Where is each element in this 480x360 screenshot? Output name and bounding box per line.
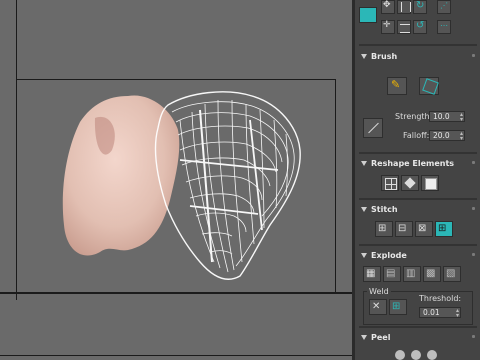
uv-editor-viewport[interactable] [0,0,352,360]
falloff-spinner[interactable]: 20.0 ▴ ▾ [429,130,465,142]
weld-all-button[interactable]: ⊞ [389,299,407,315]
stitch-target-icon: ⊞ [378,223,387,234]
strength-label: Strength: [395,112,433,121]
pin-icon [472,253,475,256]
flatten-by-smoothing-button[interactable]: ▩ [423,266,441,282]
section-separator [359,44,477,46]
weld-selected-icon: ✕ [372,301,381,312]
peel-section-header[interactable]: Peel [361,330,477,346]
brush-paint-icon: ✎ [391,78,401,91]
brush-section-header[interactable]: Brush [361,49,477,65]
space-icon: ⋯ [440,21,448,30]
collapse-arrow-icon [361,161,367,166]
threshold-spinner[interactable]: 0.01 ▴ ▾ [419,307,461,319]
uv-wireframe-mesh [154,91,301,280]
peel-tool-icon[interactable] [427,350,437,360]
rotate-ccw-button[interactable]: ↺ [413,20,427,34]
command-panel: ✥ ↻ ⋰ ✛ ↺ ⋯ Brush ✎ Strength: 10.0 ▴ ▾ Fal… [352,0,480,360]
collapse-arrow-icon [361,54,367,59]
align-h-icon [400,24,410,33]
line-tool-icon [368,122,379,134]
weld-all-icon: ⊞ [392,301,401,312]
rotate-ccw-icon: ↺ [416,20,425,31]
move-transform-button[interactable]: ✥ [381,0,395,14]
flatten-icon: ▥ [406,268,416,279]
break-button[interactable]: ▦ [363,266,381,282]
rotate-cw-button[interactable]: ↻ [413,0,427,14]
space-button[interactable]: ⋯ [437,20,451,34]
threshold-label: Threshold: [419,294,462,303]
spinner-arrows-icon[interactable]: ▴ ▾ [460,112,463,123]
section-separator [359,152,477,154]
uv-mesh-canvas[interactable] [0,0,352,360]
reshape-section-header[interactable]: Reshape Elements [361,156,477,172]
pin-icon [472,161,475,164]
strength-value: 10.0 [433,112,450,121]
explode-section-title: Explode [371,251,407,260]
rotate-cw-icon: ↻ [416,0,425,11]
pin-icon [472,54,475,57]
spinner-arrows-icon[interactable]: ▴ ▾ [460,131,463,142]
stitch-section-header[interactable]: Stitch [361,202,477,218]
straighten-button[interactable] [381,175,399,191]
stitch-to-average-button[interactable]: ⊠ [415,221,433,237]
align-horizontal-button[interactable] [397,20,411,34]
relax-button[interactable] [421,175,439,191]
smoothing-icon: ▩ [426,268,436,279]
falloff-label: Falloff: [403,131,430,140]
distribute-button[interactable]: ⋰ [437,0,451,14]
reshape-box-icon [404,177,416,189]
brush-cube-icon [422,78,439,95]
brush-section-title: Brush [371,52,398,61]
line-tool-button[interactable] [363,118,383,138]
collapse-arrow-icon [361,253,367,258]
reshape-section-title: Reshape Elements [371,159,455,168]
move-icon: ✥ [383,0,391,10]
explode-section-header[interactable]: Explode [361,248,477,264]
relax-until-flat-button[interactable] [401,175,419,191]
explode-icon: ▦ [366,268,376,279]
reshape-cube-icon [425,178,437,190]
stitch-to-target-button[interactable]: ⊞ [375,221,393,237]
align-icon [401,2,411,12]
peel-tools-row [395,350,449,360]
falloff-value: 20.0 [433,131,450,140]
stitch-average-icon: ⊠ [418,223,427,234]
detach-icon: ▤ [386,268,396,279]
collapse-arrow-icon [361,207,367,212]
weld-label: Weld [367,287,391,296]
pin-icon [472,335,475,338]
scale-icon: ✛ [383,20,391,30]
select-mode-button[interactable] [359,7,377,23]
threshold-value: 0.01 [423,308,440,317]
peel-tool-icon[interactable] [395,350,405,360]
detach-button[interactable]: ▤ [383,266,401,282]
section-separator [359,198,477,200]
peel-section-title: Peel [371,333,391,342]
stitch-section-title: Stitch [371,205,398,214]
flatten-by-material-button[interactable]: ▧ [443,266,461,282]
stitch-source-icon: ⊟ [398,223,407,234]
flatten-by-polygon-button[interactable]: ▥ [403,266,421,282]
relax-brush-button[interactable] [419,77,439,95]
stitch-to-source-button[interactable]: ⊟ [395,221,413,237]
section-separator [359,244,477,246]
material-icon: ▧ [446,268,456,279]
weld-selected-button[interactable]: ✕ [369,299,387,315]
pin-icon [472,207,475,210]
paint-brush-button[interactable]: ✎ [387,77,407,95]
texture-island-image [62,95,180,256]
peel-tool-icon[interactable] [411,350,421,360]
section-separator [359,326,477,328]
align-vertical-button[interactable] [397,0,411,14]
distribute-icon: ⋰ [440,1,448,10]
scale-button[interactable]: ✛ [381,20,395,34]
reshape-grid-icon [385,178,397,190]
strength-spinner[interactable]: 10.0 ▴ ▾ [429,111,465,123]
spinner-arrows-icon[interactable]: ▴ ▾ [456,308,459,319]
stitch-custom-button[interactable]: ⊞ [435,221,453,237]
stitch-custom-icon: ⊞ [438,223,447,234]
collapse-arrow-icon [361,335,367,340]
